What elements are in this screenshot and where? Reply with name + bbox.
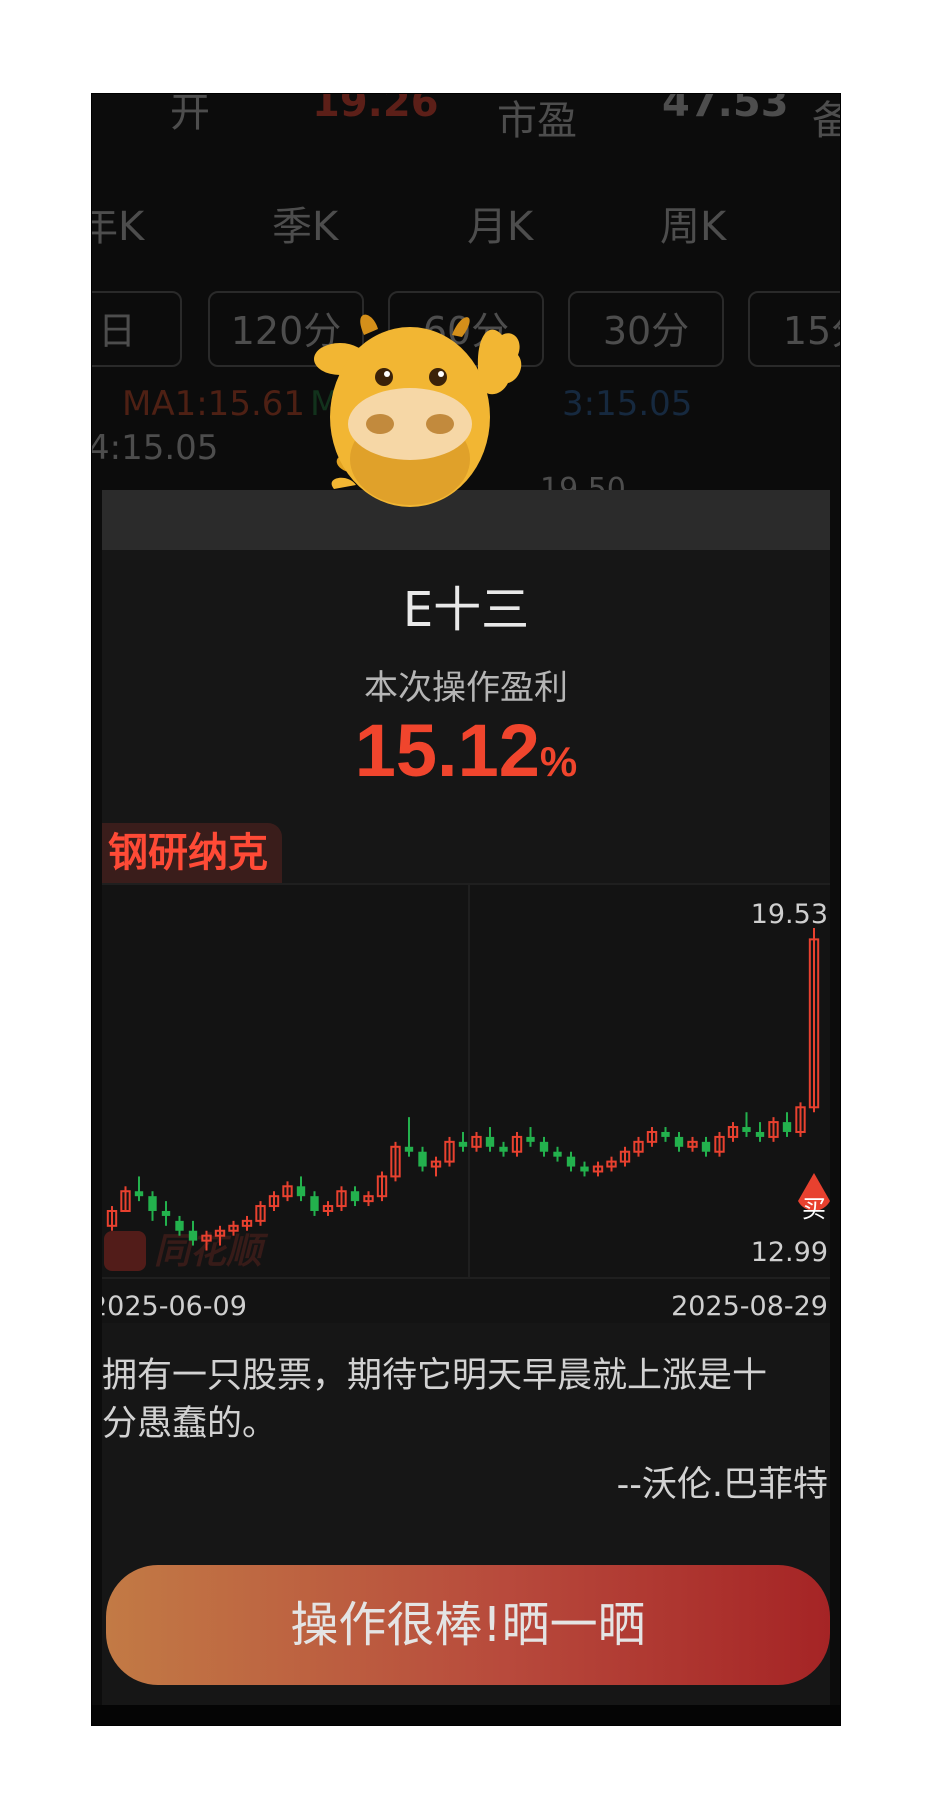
- candle-body: [539, 1141, 549, 1152]
- tab-year-k[interactable]: 年K: [92, 194, 144, 252]
- candle-body: [458, 1141, 468, 1147]
- tab-season-k[interactable]: 季K: [272, 194, 338, 252]
- candle-body: [580, 1166, 589, 1172]
- profit-label: 本次操作盈利: [364, 668, 568, 708]
- quote-line-2: 分愚蠢的。: [102, 1404, 278, 1444]
- candle-body: [296, 1186, 306, 1197]
- bg-more-label: 备: [812, 94, 840, 146]
- background-quote-row: 开 19.26 市盈 47.53 备: [92, 94, 840, 154]
- profit-percentage: 15.12%: [102, 708, 830, 793]
- x-start-label: 2025-06-09: [102, 1291, 247, 1322]
- interval-30-button[interactable]: 30分: [568, 291, 724, 367]
- ma3-label: 3:15.05: [562, 384, 693, 424]
- interval-15-button[interactable]: 15分: [748, 291, 840, 367]
- candle-body: [350, 1191, 360, 1202]
- quote-author: --沃伦.巴菲特: [616, 1465, 828, 1505]
- tab-month-k[interactable]: 月K: [467, 194, 533, 252]
- candle-body: [742, 1127, 751, 1132]
- profit-value: 15.12: [354, 709, 540, 792]
- candle-body: [553, 1151, 562, 1157]
- candle-body: [175, 1220, 184, 1231]
- candle-body: [674, 1136, 684, 1147]
- stock-name-tag: 钢研纳克: [102, 823, 282, 883]
- candle-body: [404, 1146, 414, 1152]
- watermark-logo: 同花顺: [104, 1231, 269, 1272]
- bg-open-label: 开: [170, 93, 210, 136]
- y-max-label: 19.53: [751, 899, 828, 930]
- candle-body: [485, 1136, 495, 1147]
- bg-open-value: 19.26: [312, 93, 439, 126]
- bg-pe-value: 47.53: [662, 93, 789, 126]
- candle-body: [134, 1191, 144, 1197]
- share-button[interactable]: 操作很棒!晒一晒: [106, 1565, 830, 1685]
- candle-body: [310, 1196, 319, 1211]
- cow-mascot-icon: [314, 314, 522, 507]
- background-period-tabs: 年K 季K 月K 周K: [92, 194, 840, 264]
- candle-body: [661, 1131, 670, 1137]
- buy-marker-text: 买: [802, 1195, 826, 1223]
- candle-body: [782, 1122, 792, 1132]
- bottom-edge: [92, 1705, 840, 1725]
- candle-body: [755, 1131, 765, 1137]
- x-end-label: 2025-08-29: [671, 1291, 828, 1322]
- candle-body: [566, 1156, 576, 1167]
- candle-body: [701, 1141, 711, 1152]
- candle-body: [161, 1210, 171, 1216]
- profit-unit: %: [539, 738, 578, 785]
- y-min-label: 12.99: [751, 1237, 828, 1268]
- candlestick-chart: 同花顺 19.53 12.99 2025-06-09 2025-08-29 买: [102, 883, 830, 1323]
- candle-body: [148, 1196, 157, 1211]
- phone-screen: 开 19.26 市盈 47.53 备 年K 季K 月K 周K 日 120分 60…: [91, 93, 841, 1726]
- quote-line-1: 拥有一只股票，期待它明天早晨就上涨是十: [102, 1356, 768, 1396]
- ma4-label: 4:15.05: [91, 428, 219, 468]
- user-nickname: E十三: [402, 582, 530, 638]
- profit-share-card: E十三 本次操作盈利 15.12% 钢研纳克 同花顺 19.53 12.99 2…: [102, 490, 830, 1725]
- candle-body: [499, 1146, 508, 1152]
- bg-pe-label: 市盈: [497, 98, 577, 144]
- candle-body: [526, 1136, 535, 1142]
- interval-day-button[interactable]: 日: [92, 291, 182, 367]
- candle-body: [418, 1151, 427, 1167]
- ma1-label: MA1:15.61: [122, 384, 306, 424]
- tab-week-k[interactable]: 周K: [660, 194, 726, 252]
- investment-quote: 拥有一只股票，期待它明天早晨就上涨是十 分愚蠢的。: [102, 1352, 830, 1448]
- candle-body: [188, 1230, 198, 1241]
